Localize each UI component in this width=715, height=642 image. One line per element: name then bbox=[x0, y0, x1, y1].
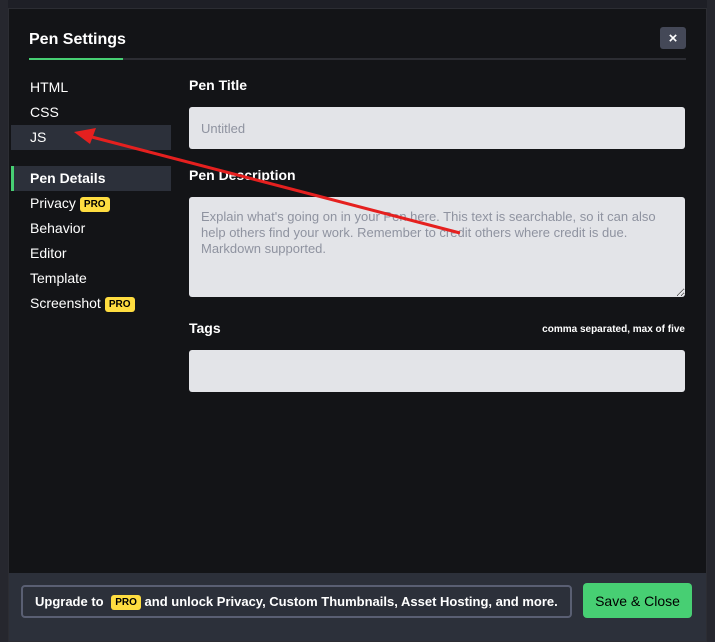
sidebar-item-screenshot[interactable]: Screenshot PRO bbox=[11, 291, 171, 316]
close-icon: × bbox=[668, 29, 678, 47]
sidebar-item-template[interactable]: Template bbox=[11, 266, 171, 291]
tags-field-group: Tags comma separated, max of five bbox=[189, 320, 685, 392]
pen-description-label: Pen Description bbox=[189, 167, 296, 183]
modal-header: Pen Settings × bbox=[29, 27, 686, 61]
title-underline bbox=[29, 58, 123, 60]
settings-sidebar: HTML CSS JS Pen Details Privacy PRO Behav… bbox=[11, 75, 171, 332]
backdrop-right bbox=[707, 0, 715, 642]
sidebar-item-privacy[interactable]: Privacy PRO bbox=[11, 191, 171, 216]
header-divider bbox=[123, 58, 686, 60]
settings-nav-group: Pen Details Privacy PRO Behavior Editor T… bbox=[11, 166, 171, 316]
sidebar-item-label: Screenshot bbox=[30, 295, 101, 311]
modal-title: Pen Settings bbox=[29, 31, 126, 48]
modal-footer: Upgrade to PRO and unlock Privacy, Custo… bbox=[9, 573, 706, 641]
pro-badge: PRO bbox=[104, 297, 135, 312]
pen-details-panel: Pen Title Pen Description Tags comma sep… bbox=[189, 77, 685, 410]
pen-settings-modal: Pen Settings × HTML CSS JS Pen Details P… bbox=[8, 8, 707, 642]
pen-title-label: Pen Title bbox=[189, 77, 248, 93]
sidebar-item-css[interactable]: CSS bbox=[11, 100, 171, 125]
sidebar-item-pen-details[interactable]: Pen Details bbox=[11, 166, 171, 191]
sidebar-item-html[interactable]: HTML bbox=[11, 75, 171, 100]
editor-nav-group: HTML CSS JS bbox=[11, 75, 171, 150]
sidebar-item-editor[interactable]: Editor bbox=[11, 241, 171, 266]
sidebar-item-label: Privacy bbox=[30, 195, 76, 211]
pro-badge: PRO bbox=[79, 197, 110, 212]
upgrade-button[interactable]: Upgrade to PRO and unlock Privacy, Custo… bbox=[21, 585, 572, 618]
pen-description-field-group: Pen Description bbox=[189, 167, 685, 302]
upgrade-suffix: and unlock Privacy, Custom Thumbnails, A… bbox=[144, 594, 558, 609]
pen-title-input[interactable] bbox=[189, 107, 685, 149]
backdrop-left bbox=[0, 0, 8, 642]
sidebar-item-js[interactable]: JS bbox=[11, 125, 171, 150]
close-button[interactable]: × bbox=[660, 27, 686, 49]
pen-description-textarea[interactable] bbox=[189, 197, 685, 297]
sidebar-item-behavior[interactable]: Behavior bbox=[11, 216, 171, 241]
tags-hint: comma separated, max of five bbox=[542, 324, 685, 335]
pro-badge: PRO bbox=[111, 595, 141, 610]
tags-input[interactable] bbox=[189, 350, 685, 392]
pen-title-field-group: Pen Title bbox=[189, 77, 685, 149]
upgrade-prefix: Upgrade to bbox=[35, 594, 104, 609]
save-close-button[interactable]: Save & Close bbox=[583, 583, 692, 618]
